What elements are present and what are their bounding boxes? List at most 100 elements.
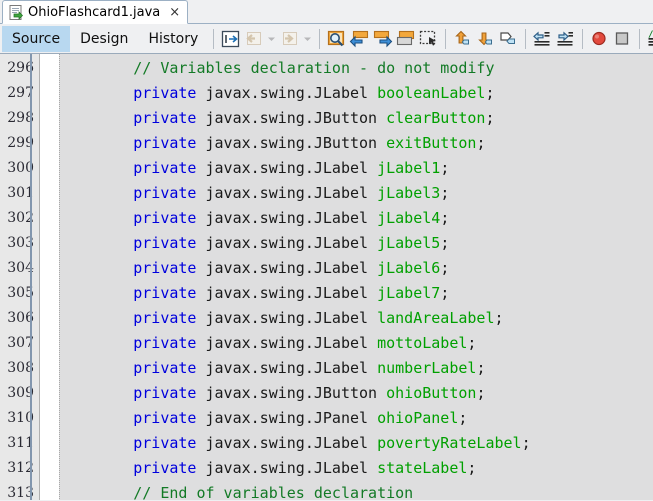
code-token: ; — [494, 309, 504, 327]
tab-source-label: Source — [12, 30, 61, 47]
back-dropdown-icon[interactable] — [265, 27, 278, 51]
code-token: ohioPanel — [377, 409, 459, 427]
code-token: ; — [440, 259, 450, 277]
code-token: javax.swing.JLabel — [196, 284, 378, 302]
code-text-area[interactable]: // Variables declaration - do not modify… — [59, 54, 653, 500]
tab-design[interactable]: Design — [70, 26, 138, 52]
back-icon[interactable] — [242, 27, 265, 51]
code-token: javax.swing.JLabel — [196, 159, 378, 177]
code-line[interactable]: private javax.swing.JButton exitButton; — [59, 131, 653, 156]
next-bookmark-icon[interactable] — [474, 27, 497, 51]
code-token: private — [133, 384, 197, 402]
editor-tab-bar: OhioFlashcard1.java × — [0, 0, 653, 24]
code-token: ; — [485, 109, 495, 127]
code-line[interactable]: private javax.swing.JLabel stateLabel; — [59, 456, 653, 481]
shift-left-icon[interactable] — [531, 27, 554, 51]
toolbar-separator — [319, 28, 321, 49]
code-token: private — [133, 259, 197, 277]
line-number: 298 — [7, 110, 34, 126]
code-token: ; — [458, 409, 468, 427]
editor-tab-label: OhioFlashcard1.java — [28, 4, 161, 20]
code-line[interactable]: private javax.swing.JLabel povertyRateLa… — [59, 431, 653, 456]
code-token: jLabel6 — [377, 259, 441, 277]
line-number-gutter: 296 297 298 299 300 301 302 303 304 305 306 307 308 3… — [0, 54, 40, 500]
code-line[interactable]: private javax.swing.JLabel jLabel4; — [59, 206, 653, 231]
code-token: ; — [440, 184, 450, 202]
code-token: javax.swing.JLabel — [196, 459, 378, 477]
code-token: javax.swing.JButton — [196, 109, 387, 127]
code-token: ; — [440, 159, 450, 177]
code-token: private — [133, 459, 197, 477]
tab-history[interactable]: History — [138, 26, 208, 52]
find-previous-icon[interactable] — [348, 27, 371, 51]
line-number: 306 — [7, 310, 34, 326]
code-token: ; — [485, 84, 495, 102]
code-token: ; — [467, 459, 477, 477]
shift-right-icon[interactable] — [554, 27, 577, 51]
code-line[interactable]: private javax.swing.JLabel landAreaLabel… — [59, 306, 653, 331]
line-number: 303 — [7, 235, 34, 251]
code-line[interactable]: private javax.swing.JLabel numberLabel; — [59, 356, 653, 381]
line-number: 301 — [7, 185, 34, 201]
code-token: ohioButton — [386, 384, 477, 402]
toggle-highlight-icon[interactable] — [394, 27, 417, 51]
code-line[interactable]: // Variables declaration - do not modify — [59, 56, 653, 81]
code-token: javax.swing.JLabel — [196, 359, 378, 377]
close-icon[interactable]: × — [169, 6, 180, 19]
java-file-icon — [9, 4, 23, 20]
forward-icon[interactable] — [278, 27, 301, 51]
line-number: 311 — [7, 435, 34, 451]
rectangular-selection-icon[interactable] — [417, 27, 440, 51]
code-token: private — [133, 159, 197, 177]
code-fold-column[interactable] — [30, 54, 59, 500]
forward-dropdown-icon[interactable] — [301, 27, 314, 51]
code-token: javax.swing.JButton — [196, 134, 387, 152]
code-token: jLabel7 — [377, 284, 441, 302]
toolbar-separator — [639, 28, 641, 49]
tab-source[interactable]: Source — [2, 25, 71, 52]
code-token: povertyRateLabel — [377, 434, 522, 452]
editor-tab-OhioFlashcard1-java[interactable]: OhioFlashcard1.java × — [2, 0, 189, 24]
code-line[interactable]: private javax.swing.JLabel jLabel3; — [59, 181, 653, 206]
start-macro-recording-icon[interactable] — [588, 27, 611, 51]
code-line[interactable]: private javax.swing.JLabel jLabel7; — [59, 281, 653, 306]
code-token: javax.swing.JButton — [196, 384, 387, 402]
code-token: jLabel3 — [377, 184, 441, 202]
code-token: private — [133, 234, 197, 252]
code-token: ; — [440, 284, 450, 302]
code-line[interactable]: // End of variables declaration — [59, 481, 653, 500]
code-line[interactable]: private javax.swing.JButton clearButton; — [59, 106, 653, 131]
line-number: 310 — [7, 410, 34, 426]
code-token: javax.swing.JLabel — [196, 84, 378, 102]
code-token: ; — [467, 334, 477, 352]
code-token: javax.swing.JLabel — [196, 334, 378, 352]
toolbar-separator — [525, 28, 527, 49]
code-line[interactable]: private javax.swing.JLabel jLabel1; — [59, 156, 653, 181]
comment-icon[interactable]: // — [645, 27, 653, 51]
line-number: 313 — [7, 485, 34, 500]
code-token: numberLabel — [377, 359, 477, 377]
find-next-icon[interactable] — [371, 27, 394, 51]
code-line[interactable]: private javax.swing.JLabel jLabel5; — [59, 231, 653, 256]
previous-bookmark-icon[interactable] — [451, 27, 474, 51]
last-edit-icon[interactable] — [219, 27, 242, 51]
stop-macro-recording-icon[interactable] — [611, 27, 634, 51]
code-line[interactable]: private javax.swing.JLabel booleanLabel; — [59, 81, 653, 106]
code-line[interactable]: private javax.swing.JLabel jLabel6; — [59, 256, 653, 281]
code-token: javax.swing.JLabel — [196, 259, 378, 277]
code-token: javax.swing.JPanel — [196, 409, 378, 427]
code-line[interactable]: private javax.swing.JLabel mottoLabel; — [59, 331, 653, 356]
code-token: ; — [440, 234, 450, 252]
find-selection-icon[interactable] — [325, 27, 348, 51]
code-token: private — [133, 334, 197, 352]
code-editor[interactable]: 296 297 298 299 300 301 302 303 304 305 306 307 308 3… — [0, 54, 653, 500]
code-line[interactable]: private javax.swing.JPanel ohioPanel; — [59, 406, 653, 431]
toggle-bookmark-icon[interactable] — [497, 27, 520, 51]
code-fold-bracket[interactable] — [30, 54, 32, 500]
code-token: private — [133, 284, 197, 302]
code-line[interactable]: private javax.swing.JButton ohioButton; — [59, 381, 653, 406]
